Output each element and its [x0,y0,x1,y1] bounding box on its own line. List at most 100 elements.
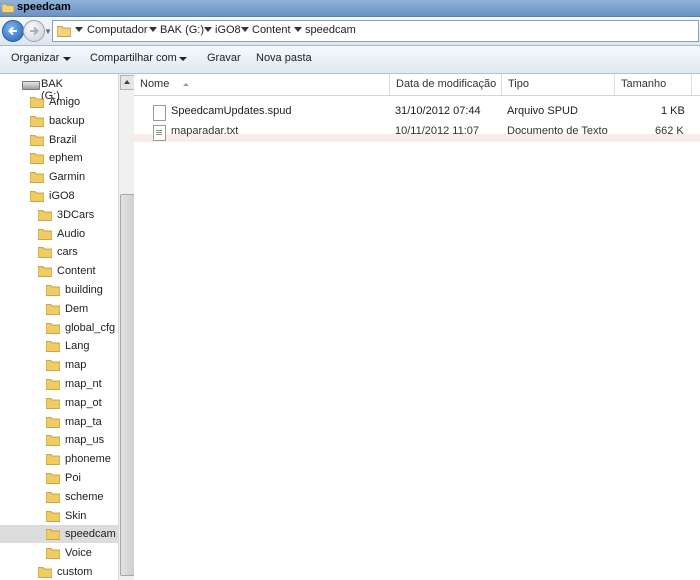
file-icon [153,105,166,121]
forward-button[interactable] [23,20,45,42]
file-name: maparadar.txt [171,125,239,137]
share-button[interactable]: Compartilhar com [90,52,177,64]
burn-button[interactable]: Gravar [207,52,241,64]
tree-item[interactable]: map [45,356,118,374]
tree-item[interactable]: map_ot [45,394,118,412]
chevron-down-icon[interactable] [204,27,212,32]
folder-icon [37,245,53,259]
scroll-thumb[interactable] [120,194,135,576]
column-header-name[interactable]: Nome [134,74,390,95]
tree-item[interactable]: ephem [29,149,118,167]
file-type: Arquivo SPUD [507,105,578,117]
column-header-modified[interactable]: Data de modificação [390,74,502,95]
tree-item-label: 3DCars [57,208,95,221]
tree-item[interactable]: phoneme [45,450,118,468]
chevron-down-icon[interactable] [241,27,249,32]
column-header-size[interactable]: Tamanho [615,74,692,95]
tree-item[interactable]: map_ta [45,413,118,431]
tree-item-label: Voice [65,547,92,560]
file-modified: 31/10/2012 07:44 [395,105,481,117]
window-title: speedcam [17,1,71,13]
tree-item[interactable]: Garmin [29,168,118,186]
new-folder-button[interactable]: Nova pasta [256,52,312,64]
folder-icon [2,3,14,13]
address-bar-row: ▼ Computador BAK (G:) iGO8 Content speed… [0,17,700,46]
tree-item[interactable]: Dem [45,300,118,318]
tree-item-label: scheme [65,490,104,503]
folder-icon [45,415,61,428]
folder-icon [29,133,45,146]
history-dropdown-icon[interactable]: ▼ [44,27,52,36]
file-type: Documento de Texto [507,125,608,137]
tree-item-label: Content [57,265,96,278]
breadcrumb-speedcam[interactable]: speedcam [305,24,356,36]
tree-item-label: map_ta [65,415,102,428]
tree-item[interactable]: Content [37,262,118,280]
folder-icon [29,114,45,127]
tree-item-label: map_nt [65,378,102,390]
tree-item[interactable]: backup [29,112,118,130]
column-header-label: Tamanho [621,78,667,90]
tree-item[interactable]: Audio [37,225,118,243]
text-file-icon [153,125,166,141]
scroll-up-button[interactable] [120,75,135,90]
folder-icon [45,377,61,390]
tree-item-label: map_ot [65,396,102,409]
column-header-label: Data de modificação [396,78,497,90]
tree-item[interactable]: Lang [45,337,118,355]
tree-item[interactable]: custom [37,563,118,580]
breadcrumb-igo8[interactable]: iGO8 [215,24,241,36]
breadcrumb-computador[interactable]: Computador [87,24,148,36]
tree-item[interactable]: Poi [45,469,118,487]
breadcrumb-drive[interactable]: BAK (G:) [160,24,204,36]
chevron-down-icon[interactable] [179,57,187,61]
folder-icon [29,170,45,184]
tree-item-label: Garmin [49,171,86,184]
address-bar[interactable]: Computador BAK (G:) iGO8 Content speedca… [52,20,699,42]
tree-item[interactable]: map_nt [45,375,118,393]
tree-item-label: phoneme [65,453,111,466]
folder-icon [45,433,61,447]
folder-icon [45,471,61,484]
chevron-down-icon[interactable] [294,27,302,32]
tree-item-label: custom [57,566,93,578]
folder-icon [29,151,45,165]
organize-button[interactable]: Organizar [11,52,59,64]
tree-item[interactable]: Skin [45,507,118,525]
folder-icon [37,264,53,278]
tree-item[interactable]: building [45,281,118,299]
tree-item[interactable]: cars [37,243,118,261]
folder-icon [45,490,61,503]
tree-item-label: building [65,284,103,296]
column-header-label: Nome [140,78,170,90]
file-row[interactable]: SpeedcamUpdates.spud 31/10/2012 07:44 Ar… [134,102,700,122]
tree-item-label: global_cfg [65,321,116,334]
back-button[interactable] [2,20,24,42]
tree-item[interactable]: 3DCars [37,206,118,224]
tree-item[interactable]: scheme [45,488,118,506]
tree-item[interactable]: map_us [45,431,118,449]
arrow-right-icon [30,26,39,36]
tree-item-label: ephem [49,152,83,165]
chevron-down-icon[interactable] [63,57,71,61]
folder-icon [45,339,61,353]
tree-item-label: Skin [65,509,87,522]
title-bar: speedcam [0,0,700,17]
chevron-down-icon[interactable] [75,27,83,32]
column-header-type[interactable]: Tipo [502,74,615,95]
folder-icon [45,527,61,541]
tree-item-label: map_us [65,434,105,447]
file-size: 662 K [655,125,684,137]
chevron-down-icon[interactable] [149,27,157,32]
tree-item[interactable]: Brazil [29,131,118,149]
tree-item[interactable]: global_cfg [45,319,118,337]
folder-icon [45,302,61,315]
breadcrumb-content[interactable]: Content [252,24,291,36]
tree-item[interactable]: iGO8 [29,187,118,205]
tree-item[interactable]: speedcam [0,525,118,544]
vertical-scrollbar[interactable] [118,74,135,580]
tree-item[interactable]: Amigo [29,93,118,111]
file-row[interactable]: maparadar.txt 10/11/2012 11:07 Documento… [134,122,700,142]
tree-item[interactable]: Voice [45,544,118,562]
column-headers: Nome Data de modificação Tipo Tamanho [134,74,700,96]
